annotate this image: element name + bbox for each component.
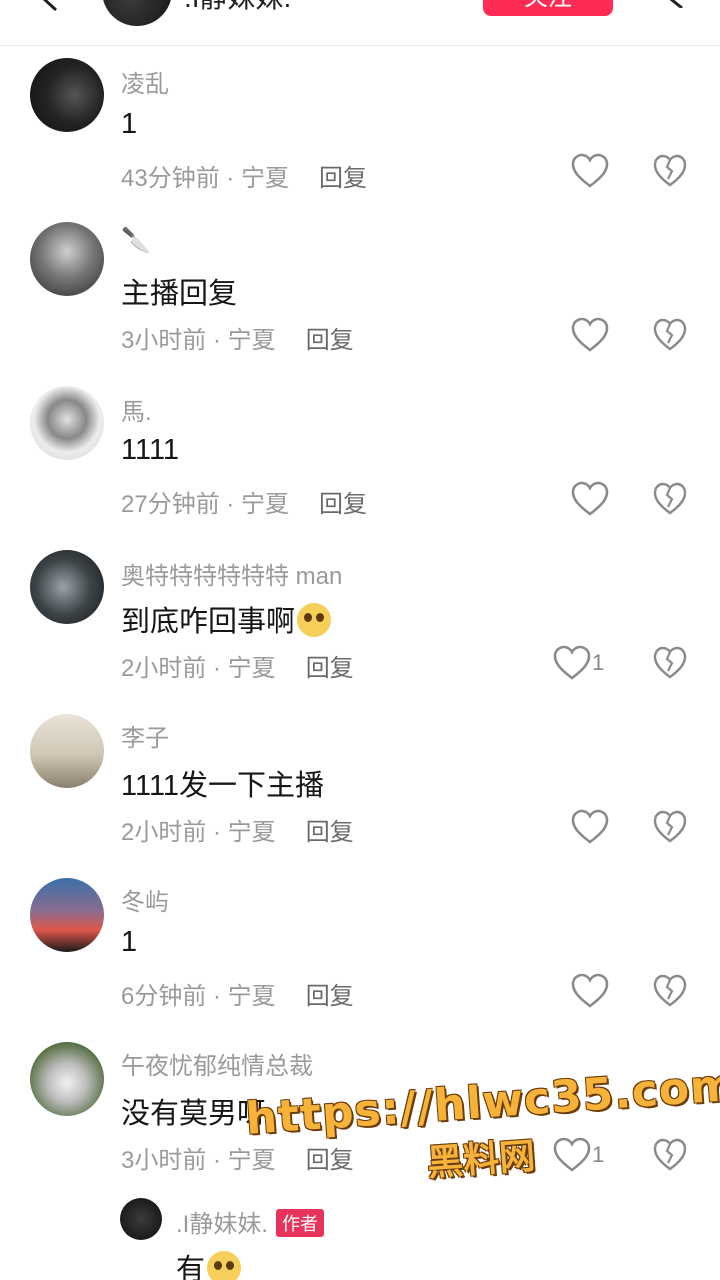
avatar[interactable]	[30, 878, 104, 952]
broken-heart-icon[interactable]	[652, 645, 688, 681]
heart-icon[interactable]	[570, 315, 610, 355]
reply-button[interactable]: 回复	[306, 655, 354, 682]
avatar[interactable]	[120, 1198, 162, 1240]
comment-time: 3小时前 · 宁夏	[121, 327, 276, 354]
follow-button[interactable]: 关注	[483, 0, 613, 16]
heart-icon[interactable]	[570, 807, 610, 847]
header-title: .I静妹妹.	[184, 0, 291, 14]
comment-item: 冬屿 1 6分钟前 · 宁夏 回复	[0, 876, 720, 1040]
comment-text: 1111发一下主播	[121, 770, 325, 802]
reply-button[interactable]: 回复	[319, 165, 367, 192]
comment-username[interactable]: 凌乱	[121, 64, 169, 99]
broken-heart-icon[interactable]	[652, 481, 688, 517]
heart-icon[interactable]	[570, 479, 610, 519]
heart-icon[interactable]	[570, 971, 610, 1011]
broken-heart-icon[interactable]	[652, 153, 688, 189]
like-count: 1	[592, 650, 605, 675]
avatar[interactable]	[30, 58, 104, 132]
comment-item: 🔪 主播回复 3小时前 · 宁夏 回复	[0, 220, 720, 384]
comment-text: 1	[121, 926, 138, 958]
reply-button[interactable]: 回复	[306, 327, 354, 354]
comment-time: 43分钟前 · 宁夏	[121, 165, 290, 192]
reply-button[interactable]: 回复	[306, 819, 354, 846]
comment-item: 奥特特特特特特 man 到底咋回事啊 2小时前 · 宁夏 回复 1	[0, 548, 720, 712]
top-bar: .I静妹妹. 关注	[0, 0, 720, 46]
header-avatar[interactable]	[102, 0, 172, 26]
back-arrow-icon[interactable]	[38, 0, 64, 12]
heart-icon[interactable]	[552, 643, 592, 683]
comment-text-content: 到底咋回事啊	[121, 606, 296, 638]
comment-username[interactable]: 馬.	[121, 392, 152, 427]
comment-meta: 2小时前 · 宁夏 回复	[121, 812, 354, 847]
avatar[interactable]	[30, 1042, 104, 1116]
avatar[interactable]	[30, 550, 104, 624]
pleading-face-emoji-icon	[297, 603, 332, 637]
yum-face-emoji-icon	[207, 1251, 242, 1280]
comment-username[interactable]: 午夜忧郁纯情总裁	[121, 1046, 313, 1081]
comment-meta: 6分钟前 · 宁夏 回复	[121, 976, 354, 1011]
reply-username[interactable]: .I静妹妹. 作者	[176, 1204, 325, 1239]
broken-heart-icon[interactable]	[652, 973, 688, 1009]
reply-username-text[interactable]: .I静妹妹.	[176, 1211, 268, 1238]
comment-username[interactable]: 🔪	[121, 226, 151, 255]
avatar[interactable]	[30, 222, 104, 296]
comment-text: 1	[121, 108, 138, 140]
author-badge: 作者	[276, 1209, 325, 1237]
heart-icon[interactable]	[570, 151, 610, 191]
reply-button[interactable]: 回复	[306, 983, 354, 1010]
comment-meta: 43分钟前 · 宁夏 回复	[121, 158, 367, 193]
search-icon[interactable]	[652, 0, 692, 8]
comment-text: 1111	[121, 434, 180, 466]
reply-text: 有	[176, 1246, 242, 1280]
reply-text-content: 有	[176, 1254, 206, 1280]
comment-time: 2小时前 · 宁夏	[121, 655, 276, 682]
comment-time: 27分钟前 · 宁夏	[121, 491, 290, 518]
comment-text: 到底咋回事啊	[121, 598, 332, 640]
comment-username[interactable]: 奥特特特特特特 man	[121, 556, 342, 591]
comment-text: 主播回复	[121, 278, 238, 310]
comment-time: 2小时前 · 宁夏	[121, 819, 276, 846]
broken-heart-icon[interactable]	[652, 317, 688, 353]
reply-button[interactable]: 回复	[319, 491, 367, 518]
avatar[interactable]	[30, 386, 104, 460]
broken-heart-icon[interactable]	[652, 809, 688, 845]
comment-meta: 3小时前 · 宁夏 回复	[121, 320, 354, 355]
comment-item: 李子 1111发一下主播 2小时前 · 宁夏 回复	[0, 712, 720, 876]
comment-meta: 2小时前 · 宁夏 回复	[121, 648, 354, 683]
author-reply-item: .I静妹妹. 作者 有	[0, 1196, 720, 1280]
comment-username[interactable]: 冬屿	[121, 882, 169, 917]
comment-time: 6分钟前 · 宁夏	[121, 983, 276, 1010]
avatar[interactable]	[30, 714, 104, 788]
comment-item: 馬. 1111 27分钟前 · 宁夏 回复	[0, 384, 720, 548]
comment-item: 凌乱 1 43分钟前 · 宁夏 回复	[0, 56, 720, 220]
comment-username[interactable]: 李子	[121, 718, 169, 753]
comment-meta: 27分钟前 · 宁夏 回复	[121, 484, 367, 519]
